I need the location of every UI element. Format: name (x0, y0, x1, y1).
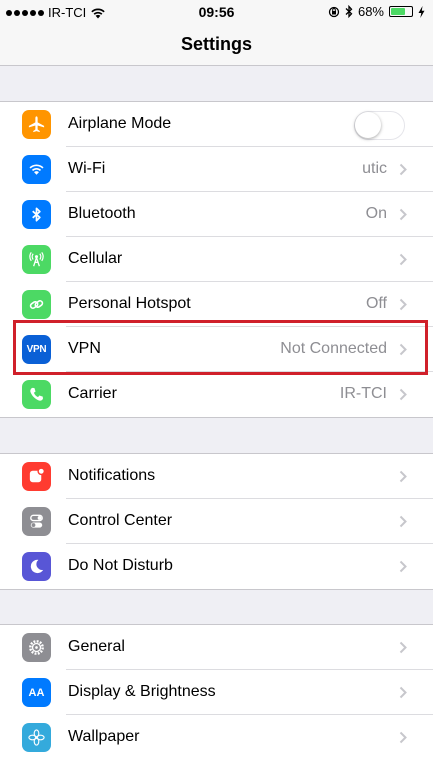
row-value: Off (365, 295, 387, 312)
page-title: Settings (180, 34, 252, 54)
battery-percent: 68% (357, 4, 384, 19)
nav-bar: Settings (0, 24, 433, 66)
settings-group-general: General AA Display & Brightness Wallpape… (0, 624, 433, 760)
orientation-lock-icon (328, 6, 340, 17)
row-label: Bluetooth (68, 205, 136, 222)
row-label: General (68, 638, 125, 655)
phone-icon (22, 380, 51, 409)
row-cellular[interactable]: Cellular (0, 237, 433, 282)
vpn-icon-text: VPN (26, 344, 47, 355)
row-label: Wi-Fi (68, 160, 106, 177)
display-icon-text: AA (28, 686, 45, 699)
bluetooth-icon (345, 5, 353, 18)
chevron-right-icon (399, 298, 407, 311)
row-do-not-disturb[interactable]: Do Not Disturb (0, 544, 433, 589)
chevron-right-icon (399, 343, 407, 356)
charging-icon (418, 5, 425, 18)
chevron-right-icon (399, 388, 407, 401)
row-bluetooth[interactable]: Bluetooth On (0, 192, 433, 237)
row-display-brightness[interactable]: AA Display & Brightness (0, 670, 433, 715)
vpn-icon: VPN (22, 335, 51, 364)
notifications-icon (22, 462, 51, 491)
control-center-icon (22, 507, 51, 536)
wallpaper-icon (22, 723, 51, 752)
row-label: Display & Brightness (68, 683, 216, 700)
row-airplane-mode[interactable]: Airplane Mode (0, 102, 433, 147)
cellular-icon (22, 245, 51, 274)
row-label: Cellular (68, 250, 123, 267)
row-value: On (365, 205, 387, 222)
row-label: Control Center (68, 512, 173, 529)
row-label: Do Not Disturb (68, 557, 173, 574)
row-carrier[interactable]: Carrier IR-TCI (0, 372, 433, 417)
wifi-icon (22, 155, 51, 184)
row-label: Wallpaper (68, 728, 140, 745)
row-wifi[interactable]: Wi-Fi utic (0, 147, 433, 192)
row-value: utic (362, 160, 387, 177)
chevron-right-icon (399, 208, 407, 221)
airplane-icon (22, 110, 51, 139)
row-value: Not Connected (280, 340, 387, 357)
chevron-right-icon (399, 641, 407, 654)
bluetooth-icon (22, 200, 51, 229)
row-control-center[interactable]: Control Center (0, 499, 433, 544)
row-label: Notifications (68, 467, 156, 484)
chevron-right-icon (399, 163, 407, 176)
chevron-right-icon (399, 731, 407, 744)
settings-group-connectivity: Airplane Mode Wi-Fi utic Bluetooth On Ce… (0, 101, 433, 418)
chevron-right-icon (399, 560, 407, 573)
status-bar: IR-TCI 09:56 68% (0, 0, 433, 24)
row-label: VPN (68, 340, 101, 357)
display-icon: AA (22, 678, 51, 707)
moon-icon (22, 552, 51, 581)
toggle-knob (355, 112, 381, 138)
settings-group-notifications: Notifications Control Center Do Not Dist… (0, 453, 433, 590)
chevron-right-icon (399, 253, 407, 266)
row-general[interactable]: General (0, 625, 433, 670)
row-label: Carrier (68, 385, 117, 402)
battery-fill (391, 8, 405, 15)
row-wallpaper[interactable]: Wallpaper (0, 715, 433, 760)
battery-icon (389, 6, 413, 17)
chevron-right-icon (399, 470, 407, 483)
chevron-right-icon (399, 515, 407, 528)
row-value: IR-TCI (339, 385, 387, 402)
airplane-mode-toggle[interactable] (354, 111, 405, 140)
row-notifications[interactable]: Notifications (0, 454, 433, 499)
row-vpn[interactable]: VPN VPN Not Connected (0, 327, 433, 372)
row-label: Airplane Mode (68, 115, 172, 132)
status-right: 68% (328, 4, 425, 19)
chevron-right-icon (399, 686, 407, 699)
row-label: Personal Hotspot (68, 295, 191, 312)
row-personal-hotspot[interactable]: Personal Hotspot Off (0, 282, 433, 327)
hotspot-icon (22, 290, 51, 319)
gear-icon (22, 633, 51, 662)
